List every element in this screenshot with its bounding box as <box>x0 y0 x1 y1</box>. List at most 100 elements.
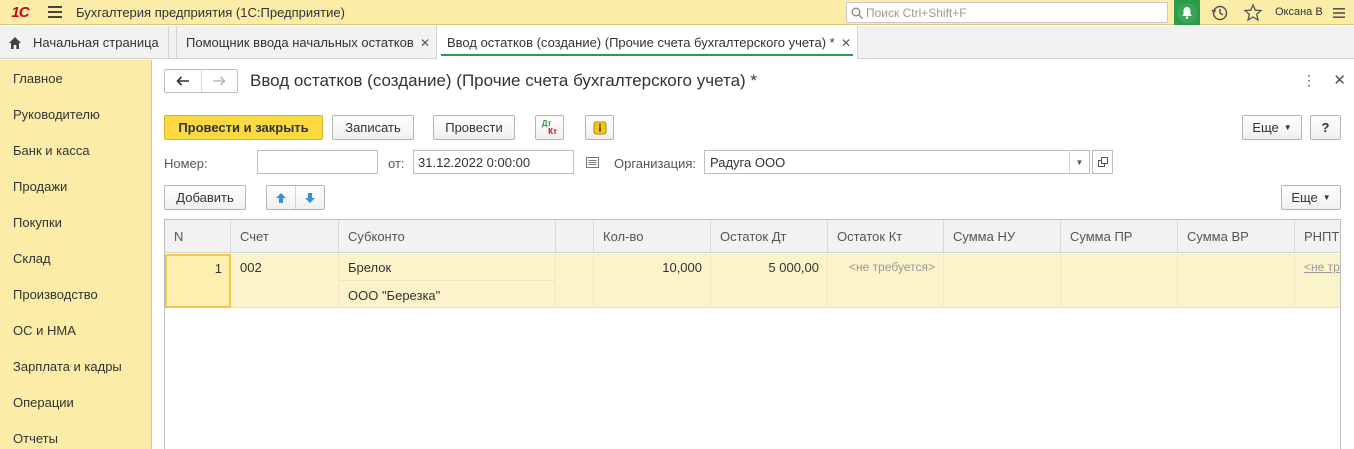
column-header-account[interactable]: Счет <box>231 220 339 253</box>
column-header-rnpt[interactable]: РНПТ <box>1295 220 1340 253</box>
number-label: Номер: <box>164 156 208 171</box>
cell-sum-nu[interactable] <box>944 254 1061 308</box>
app-title: Бухгалтерия предприятия (1С:Предприятие) <box>76 4 345 20</box>
forward-button[interactable] <box>200 70 237 92</box>
cell-sum-vr[interactable] <box>1178 254 1295 308</box>
move-down-button[interactable] <box>295 186 324 209</box>
dropdown-icon[interactable]: ▼ <box>1069 151 1089 173</box>
chevron-down-icon: ▼ <box>1322 193 1331 202</box>
post-button[interactable]: Провести <box>433 115 515 140</box>
sidebar-item-bank[interactable]: Банк и касса <box>13 143 90 158</box>
balances-table: N Счет Субконто Кол-во Остаток Дт Остато… <box>164 219 1341 449</box>
dt-kt-button[interactable]: Дт Кт <box>535 115 564 140</box>
arrow-left-icon <box>176 76 189 86</box>
info-icon <box>593 121 606 134</box>
history-icon[interactable] <box>1210 3 1230 23</box>
search-placeholder: Поиск Ctrl+Shift+F <box>866 5 967 20</box>
sidebar-item-manager[interactable]: Руководителю <box>13 107 100 122</box>
settings-menu-icon[interactable] <box>1330 4 1348 22</box>
cell-n[interactable]: 1 <box>165 254 231 308</box>
user-name[interactable]: Оксана В <box>1275 6 1323 18</box>
sidebar-item-reports[interactable]: Отчеты <box>13 431 58 446</box>
cell-balance-dt[interactable]: 5 000,00 <box>711 254 828 308</box>
more-button-label: Еще <box>1252 120 1279 135</box>
arrow-right-icon <box>213 76 227 86</box>
arrow-down-icon <box>305 192 316 203</box>
move-buttons <box>266 185 325 210</box>
more-actions-icon[interactable]: ⋮ <box>1302 72 1316 89</box>
tab-document[interactable]: Ввод остатков (создание) (Прочие счета б… <box>437 26 858 59</box>
table-row[interactable]: 1 002 Брелок ООО "Березка" 10,000 5 000,… <box>165 254 1340 308</box>
table-header: N Счет Субконто Кол-во Остаток Дт Остато… <box>165 220 1340 253</box>
sidebar-item-assets[interactable]: ОС и НМА <box>13 323 76 338</box>
cell-rnpt[interactable]: <не тр <box>1295 254 1340 308</box>
column-header-n[interactable]: N <box>165 220 231 253</box>
app-logo: 1С <box>0 0 40 25</box>
main-menu-icon[interactable] <box>40 0 70 25</box>
add-row-button[interactable]: Добавить <box>164 185 246 210</box>
logo-text: 1С <box>11 3 29 21</box>
column-header-blank[interactable] <box>556 220 594 253</box>
search-input[interactable]: Поиск Ctrl+Shift+F <box>846 2 1168 23</box>
tab-assistant[interactable]: Помощник ввода начальных остатков ✕ <box>176 26 437 59</box>
cell-subconto-2[interactable]: ООО "Березка" <box>339 281 555 308</box>
home-icon <box>9 36 21 49</box>
tab-label: Начальная страница <box>33 35 159 50</box>
top-bar: 1С Бухгалтерия предприятия (1С:Предприят… <box>0 0 1354 25</box>
save-button[interactable]: Записать <box>332 115 414 140</box>
cell-subconto[interactable]: Брелок ООО "Березка" <box>339 254 556 308</box>
info-button[interactable] <box>585 115 614 140</box>
sidebar-item-production[interactable]: Производство <box>13 287 98 302</box>
close-form-icon[interactable]: ✕ <box>1333 71 1346 89</box>
date-field[interactable]: 31.12.2022 0:00:00 <box>413 150 574 174</box>
sidebar-item-sales[interactable]: Продажи <box>13 179 67 194</box>
sidebar-item-purchases[interactable]: Покупки <box>13 215 62 230</box>
cell-subconto-1[interactable]: Брелок <box>339 254 555 281</box>
post-and-close-button[interactable]: Провести и закрыть <box>164 115 323 140</box>
calendar-icon[interactable] <box>586 157 599 168</box>
more-button[interactable]: Еще ▼ <box>1242 115 1302 140</box>
cell-account[interactable]: 002 <box>231 254 339 308</box>
column-header-sum-nu[interactable]: Сумма НУ <box>944 220 1061 253</box>
column-header-qty[interactable]: Кол-во <box>594 220 711 253</box>
cell-sum-pr[interactable] <box>1061 254 1178 308</box>
tab-label: Помощник ввода начальных остатков <box>186 35 414 50</box>
close-icon[interactable]: ✕ <box>420 36 430 50</box>
close-icon[interactable]: ✕ <box>841 36 851 50</box>
column-header-sum-pr[interactable]: Сумма ПР <box>1061 220 1178 253</box>
cell-qty[interactable]: 10,000 <box>594 254 711 308</box>
organization-value: Радуга ООО <box>710 154 786 170</box>
nav-buttons <box>164 69 238 93</box>
date-label: от: <box>388 156 405 171</box>
bell-icon <box>1182 7 1192 19</box>
organization-field[interactable]: Радуга ООО ▼ <box>704 150 1090 174</box>
tab-home[interactable]: Начальная страница <box>0 26 169 59</box>
back-button[interactable] <box>165 70 201 92</box>
table-more-button[interactable]: Еще ▼ <box>1281 185 1341 210</box>
tab-label: Ввод остатков (создание) (Прочие счета б… <box>447 35 835 50</box>
open-link-icon <box>1097 157 1108 167</box>
organization-label: Организация: <box>614 156 697 171</box>
document-form: Ввод остатков (создание) (Прочие счета б… <box>153 60 1354 449</box>
favorites-star-icon[interactable] <box>1243 3 1263 23</box>
move-up-button[interactable] <box>267 186 295 209</box>
help-button[interactable]: ? <box>1310 115 1341 140</box>
number-field[interactable] <box>257 150 378 174</box>
open-organization-button[interactable] <box>1092 150 1113 174</box>
sidebar-item-main[interactable]: Главное <box>13 71 63 86</box>
chevron-down-icon: ▼ <box>1283 123 1292 132</box>
page-title: Ввод остатков (создание) (Прочие счета б… <box>250 71 758 90</box>
tab-bar: Начальная страница Помощник ввода началь… <box>0 26 1354 59</box>
cell-blank[interactable] <box>556 254 594 308</box>
sidebar-item-warehouse[interactable]: Склад <box>13 251 51 266</box>
column-header-balance-dt[interactable]: Остаток Дт <box>711 220 828 253</box>
search-icon <box>851 7 863 19</box>
sidebar: Главное Руководителю Банк и касса Продаж… <box>0 60 152 449</box>
column-header-subconto[interactable]: Субконто <box>339 220 556 253</box>
column-header-sum-vr[interactable]: Сумма ВР <box>1178 220 1295 253</box>
sidebar-item-payroll[interactable]: Зарплата и кадры <box>13 359 122 374</box>
sidebar-item-operations[interactable]: Операции <box>13 395 74 410</box>
notifications-button[interactable] <box>1174 0 1200 25</box>
column-header-balance-kt[interactable]: Остаток Кт <box>828 220 944 253</box>
cell-balance-kt[interactable]: <не требуется> <box>828 254 944 308</box>
